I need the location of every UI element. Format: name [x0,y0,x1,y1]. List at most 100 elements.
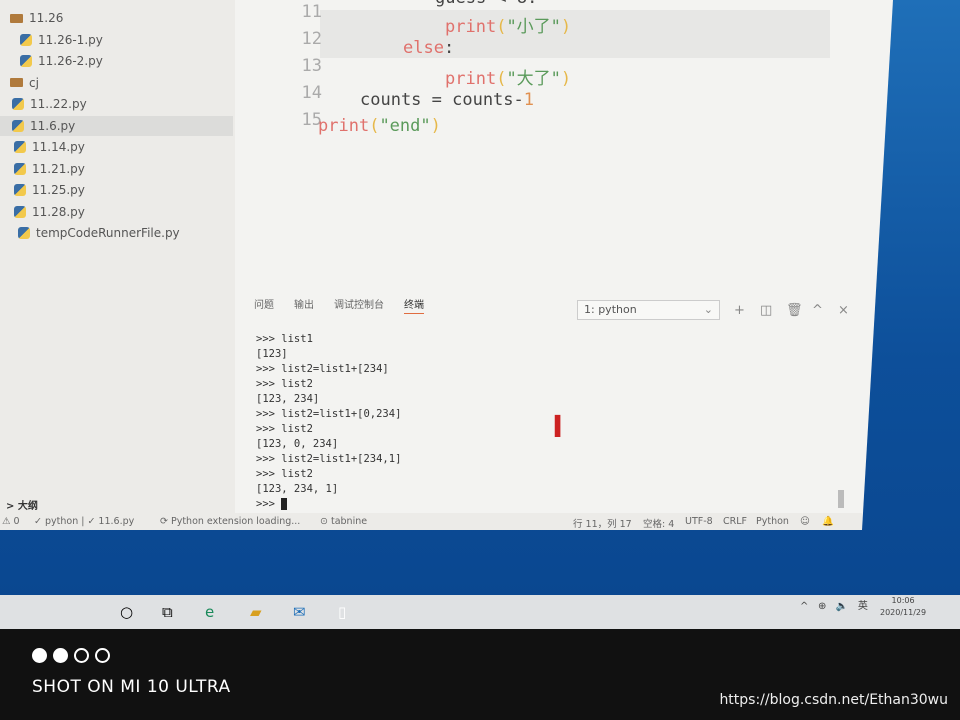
folder-icon [10,13,23,23]
eol[interactable]: CRLF [723,516,747,527]
code-token: "大了" [506,69,561,89]
time: 10:06 [891,596,915,605]
terminal-text: [123] [256,348,288,360]
line-number: 11 [301,2,322,22]
code-line-partial: guess < 8: [435,0,537,8]
terminal-line: >>> list2=list1+[234,1] [256,452,401,467]
sidebar-item[interactable]: tempCodeRunnerFile.py [18,223,180,243]
camera-dots [32,648,110,663]
code-token: "小了" [506,17,561,37]
code-token: print [445,17,497,37]
code-token: else [403,38,444,58]
sidebar-item[interactable]: 11.26-2.py [20,51,103,71]
chevron-up-icon[interactable]: ^ [800,601,808,612]
sidebar-item[interactable]: 11.6.py [0,115,233,136]
terminal-text: >>> list2 [256,468,313,480]
python-file-icon [12,98,24,110]
terminal-text: >>> [256,498,282,510]
close-icon[interactable]: × [838,303,849,318]
sidebar-item-label: 11.25.py [32,183,85,197]
terminal-select[interactable]: 1: python ⌄ [577,300,720,320]
sidebar-item-label: tempCodeRunnerFile.py [36,226,180,240]
sidebar-item[interactable]: 11.28.py [14,202,85,222]
terminal-line: >>> [256,497,401,512]
indent-spaces[interactable]: 空格: 4 [643,516,674,530]
python-file-icon [18,227,30,239]
network-icon[interactable]: ⊕ [818,601,826,612]
panel-tab[interactable]: 调试控制台 [334,296,384,311]
terminal-line: [123, 234, 1] [256,482,401,497]
terminal-text: [123, 0, 234] [256,438,339,450]
vscode-window: 11.26 11.26-1.py 11.26-2.py cj 11..22.py 11.6… [0,0,893,530]
task-view-icon[interactable]: ⧉ [162,603,173,621]
scrollbar[interactable] [838,490,844,508]
sidebar-item[interactable]: 11.25.py [14,180,85,200]
code-token: : [443,38,455,58]
volume-icon[interactable]: 🔈 [836,601,848,612]
sidebar-item[interactable]: 11.26 [10,8,63,28]
terminal-text: >>> list2 [256,378,313,390]
code-token: "end" [379,116,431,136]
code-line: print("大了") [445,64,571,89]
sidebar-item-label: 11.26-1.py [38,32,103,47]
new-terminal-icon[interactable]: + [734,303,745,318]
language-mode[interactable]: Python [756,516,789,527]
sidebar-item-label: 11.6.py [30,118,76,133]
panel-tab[interactable]: 问题 [254,296,274,311]
tabnine-status[interactable]: ⊙ tabnine [320,516,367,527]
terminal-cursor [281,498,288,510]
panel-tab[interactable]: 输出 [294,296,314,311]
encoding[interactable]: UTF-8 [685,516,713,527]
terminal-line: >>> list2=list1+[234] [256,362,401,377]
watermark: https://blog.csdn.net/Ethan30wu [719,692,948,708]
current-line-highlight [320,10,830,58]
python-file-icon [12,119,24,132]
code-token: ( [496,17,507,37]
python-file-icon [14,162,26,175]
document-icon[interactable]: ▯ [338,603,346,621]
python-file-icon [20,55,32,67]
terminal-output[interactable]: >>> list1 [123] >>> list2=list1+[234] >>> l… [256,332,401,512]
date: 2020/11/29 [880,608,927,617]
sidebar-item-label: 11.28.py [32,204,85,219]
code-token: ) [560,69,572,89]
bell-icon[interactable]: 🔔 [822,516,834,527]
sidebar-item[interactable]: 11..22.py [12,94,87,114]
chevron-down-icon: ⌄ [703,303,713,316]
python-file-icon [14,205,26,218]
photo-caption: SHOT ON MI 10 ULTRA [32,677,231,697]
edge-icon[interactable]: e [205,603,214,621]
code-token: print [445,69,497,89]
sidebar-item[interactable]: cj [10,73,39,93]
line-number: 12 [301,29,322,49]
trash-icon[interactable]: 🗑 [786,303,803,318]
python-status[interactable]: ✓ python | ✓ 11.6.py [34,516,134,527]
file-explorer-icon[interactable]: ▰ [250,603,262,621]
code-editor[interactable]: guess < 8: 11print("小了")12else:13print("… [240,0,840,290]
ime-indicator[interactable]: 英 [858,601,868,612]
mail-icon[interactable]: ✉ [293,603,306,621]
sidebar-item[interactable]: 11.21.py [14,159,85,179]
panel-tab[interactable]: 终端 [404,296,424,314]
clock[interactable]: 10:06 2020/11/29 [880,595,926,619]
cortana-icon[interactable]: ○ [120,603,133,621]
outline-section[interactable]: > 大纲 [6,497,38,512]
terminal-text: >>> list1 [256,333,313,345]
sidebar-item-label: 11.26 [29,11,64,25]
text-cursor-icon: I [552,410,564,445]
terminal-text: [123, 234, 1] [256,483,339,495]
code-line: counts = counts-1 [360,90,534,110]
problems-count[interactable]: ⚠ 0 [2,516,20,527]
sidebar-item-label: 11.26-2.py [38,54,103,68]
line-number: 15 [301,110,322,130]
chevron-up-icon[interactable]: ^ [812,303,823,318]
terminal-line: >>> list2=list1+[0,234] [256,407,401,422]
status-bar: ⚠ 0 ✓ python | ✓ 11.6.py ⟳ Python extens… [0,513,862,530]
cursor-position[interactable]: 行 11，列 17 [573,516,632,530]
sidebar-item[interactable]: 11.14.py [14,137,85,157]
code-token: ) [560,17,572,37]
sidebar-item[interactable]: 11.26-1.py [20,30,103,50]
python-file-icon [20,33,32,46]
feedback-icon[interactable]: ☺ [800,516,810,527]
split-terminal-icon[interactable]: ◫ [760,303,772,318]
